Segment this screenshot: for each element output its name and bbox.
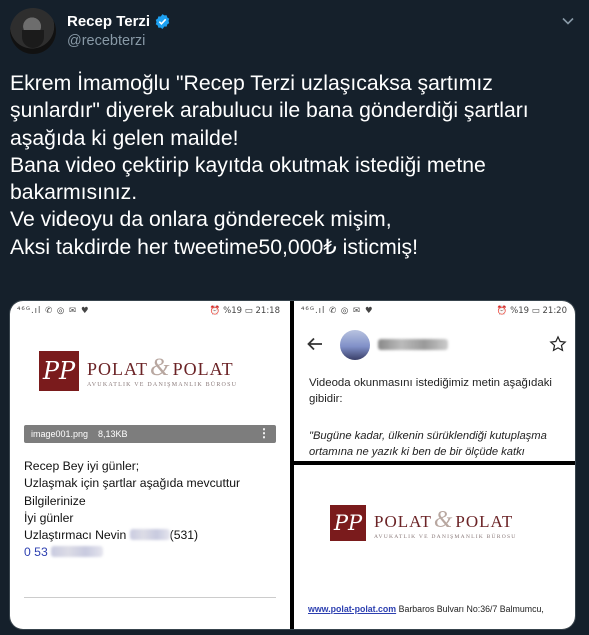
email-body: Recep Bey iyi günler; Uzlaşmak için şart… (24, 458, 240, 562)
quote-line: ortamına ne yazık ki ben de bir ölçüde k… (309, 446, 525, 458)
media-image-email-left[interactable]: ⁴⁶ᴳ.ıl ✆ ◎ ✉ ♥ ⏰ %19 ▭ 21:18 PP POLAT& PO… (10, 301, 290, 629)
tweet-text-line: Aksi takdirde her tweetime50,000₺ isticm… (10, 235, 418, 259)
email-line-mediator: Uzlaştırmacı Nevin (531) (24, 527, 240, 544)
tweet-header: Recep Terzi @recebterzi (10, 8, 579, 54)
website-link[interactable]: www.polat-polat.com (308, 604, 396, 614)
more-vert-icon[interactable]: ⋮ (258, 426, 270, 440)
quote-line: "Bugüne kadar, ülkenin sürüklendiği kutu… (309, 430, 547, 442)
tweet-text-line: Bana video çektirip kayıtda okutmak iste… (10, 153, 486, 177)
tweet-media-grid: ⁴⁶ᴳ.ıl ✆ ◎ ✉ ♥ ⏰ %19 ▭ 21:18 PP POLAT& PO… (9, 300, 576, 630)
email-line: Recep Bey iyi günler; (24, 459, 140, 473)
logo-word-left: POLAT (374, 511, 432, 531)
author-name[interactable]: Recep Terzi (67, 13, 150, 30)
status-icons-left: ⁴⁶ᴳ.ıl ✆ ◎ ✉ ♥ (301, 306, 374, 316)
redacted-phone (51, 546, 104, 558)
email-line: Uzlaşmak için şartlar aşağıda mevcuttur (24, 476, 241, 491)
status-icons-right: ⏰ %19 ▭ 21:18 (209, 306, 280, 316)
tweet-text-line: şunlardır" diyerek arabulucu ile bana gö… (10, 99, 529, 123)
back-arrow-icon[interactable] (306, 335, 324, 353)
tweet-text-line: aşağıda ki gelen mailde! (10, 126, 239, 150)
mediator-phone-code: (531) (169, 528, 199, 543)
attachment-name: image001.png (31, 429, 89, 439)
phone-status-bar: ⁴⁶ᴳ.ıl ✆ ◎ ✉ ♥ ⏰ %19 ▭ 21:18 (10, 305, 290, 319)
logo-ampersand: & (150, 354, 171, 381)
attachment-chip[interactable]: image001.png 8,13KB ⋮ (24, 425, 276, 443)
logo-word-right: POLAT (172, 359, 234, 379)
redacted-sender-name (378, 339, 448, 350)
attachment-size: 8,13KB (98, 429, 128, 439)
phone-link[interactable]: 0 53 (24, 545, 48, 559)
mediator-label: Uzlaştırmacı Nevin (24, 528, 127, 543)
chevron-down-icon[interactable] (561, 14, 575, 28)
email-line: Bilgilerinize (24, 493, 86, 508)
author-handle[interactable]: @recebterzi (67, 33, 145, 49)
phone-status-bar: ⁴⁶ᴳ.ıl ✆ ◎ ✉ ♥ ⏰ %19 ▭ 21:20 (294, 305, 575, 319)
polat-polat-logo: PP POLAT& POLAT AVUKATLIK VE DANIŞMANLIK … (39, 351, 237, 391)
tweet-text-line: Ekrem İmamoğlu "Recep Terzi uzlaşıcaksa … (10, 72, 493, 95)
author-avatar[interactable] (10, 8, 56, 54)
status-icons-left: ⁴⁶ᴳ.ıl ✆ ◎ ✉ ♥ (17, 306, 90, 316)
logo-ampersand: & (433, 506, 454, 533)
tweet-text-line: Ve videoyu da onlara gönderecek mişim, (10, 208, 392, 232)
sender-avatar (340, 330, 370, 360)
tweet-text-line: bakarmısınız. (10, 181, 138, 205)
email-app-bar (294, 327, 575, 361)
email-footer: www.polat-polat.com Barbaros Bulvarı No:… (308, 604, 544, 614)
author-name-row[interactable]: Recep Terzi (67, 13, 171, 30)
logo-word-left: POLAT (87, 359, 149, 379)
verified-badge-icon (155, 14, 170, 29)
redacted-surname (129, 529, 170, 541)
divider (24, 597, 276, 598)
logo-subtitle: AVUKATLIK VE DANIŞMANLIK BÜROSU (87, 382, 238, 388)
email-line-phone[interactable]: 0 53 (24, 544, 240, 561)
logo-subtitle: AVUKATLIK VE DANIŞMANLIK BÜROSU (374, 533, 517, 540)
logo-word-right: POLAT (455, 511, 514, 531)
status-icons-right: ⏰ %19 ▭ 21:20 (496, 306, 567, 316)
tweet-text: Ekrem İmamoğlu "Recep Terzi uzlaşıcaksa … (10, 70, 580, 261)
email-quote: "Bugüne kadar, ülkenin sürüklendiği kutu… (309, 428, 571, 460)
email-intro-text: Videoda okunmasını istediğimiz metin aşa… (309, 377, 552, 405)
pp-monogram-icon: PP (330, 505, 366, 541)
media-image-email-right-bottom[interactable]: PP POLAT& POLAT AVUKATLIK VE DANIŞMANLIK … (294, 465, 575, 629)
star-icon[interactable] (549, 335, 567, 353)
office-address: Barbaros Bulvarı No:36/7 Balmumcu, (398, 604, 544, 614)
email-line: İyi günler (24, 510, 74, 525)
polat-polat-logo: PP POLAT& POLAT AVUKATLIK VE DANIŞMANLIK … (330, 505, 517, 541)
pp-monogram-icon: PP (39, 351, 79, 391)
media-image-email-right-top[interactable]: ⁴⁶ᴳ.ıl ✆ ◎ ✉ ♥ ⏰ %19 ▭ 21:20 Videoda oku… (294, 301, 575, 461)
